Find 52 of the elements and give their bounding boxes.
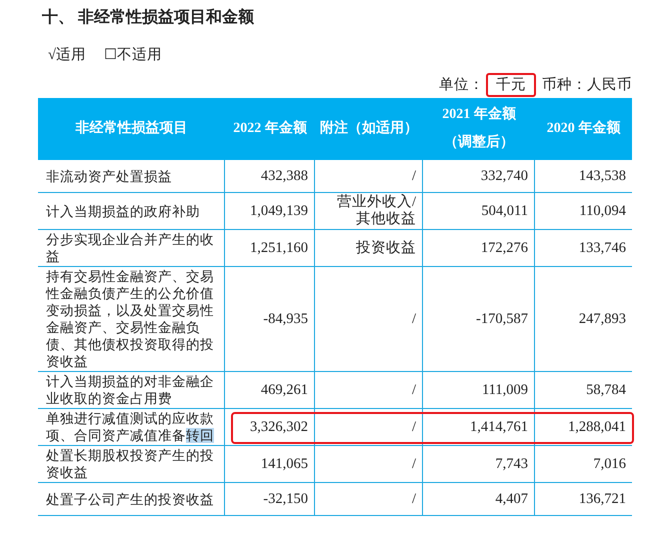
table-cell: 7,743 <box>423 446 535 483</box>
table-cell: 111,009 <box>423 372 535 409</box>
table-cell: 处置子公司产生的投资收益 <box>38 483 225 516</box>
column-header: 2022 年金额 <box>233 118 307 138</box>
table-cell: 143,538 <box>535 160 632 193</box>
table-cell: 58,784 <box>535 372 632 409</box>
table-cell: 1,414,761 <box>423 409 535 446</box>
table-cell: 141,065 <box>225 446 315 483</box>
unit-value: 千元 <box>486 73 536 97</box>
table-cell: 110,094 <box>535 193 632 230</box>
table-cell: 持有交易性金融资产、交易性金融负债产生的公允价值变动损益，以及处置交易性金融资产、交易性金融负债、其他债权投资取得的投资收益 <box>38 267 225 372</box>
table-cell: 1,251,160 <box>225 230 315 267</box>
table-cell: 投资收益 <box>315 230 423 267</box>
table-cell: 分步实现企业合并产生的收益 <box>38 230 225 267</box>
table-cell: 172,276 <box>423 230 535 267</box>
table-cell: 计入当期损益的对非金融企业收取的资金占用费 <box>38 372 225 409</box>
table-cell: 营业外收入/ 其他收益 <box>315 193 423 230</box>
table-cell: 136,721 <box>535 483 632 516</box>
table-cell: 3,326,302 <box>225 409 315 446</box>
table-cell: 1,049,139 <box>225 193 315 230</box>
option-label: √适用 <box>48 46 86 65</box>
column-header: 非经常性损益项目 <box>76 119 188 138</box>
section-title: 十、 非经常性损益项目和金额 <box>42 8 255 28</box>
table-cell: / <box>315 446 423 483</box>
table-cell: / <box>315 409 423 446</box>
table-cell: 504,011 <box>423 193 535 230</box>
table-cell: 1,288,041 <box>535 409 632 446</box>
table-cell: 7,016 <box>535 446 632 483</box>
table-cell: 247,893 <box>535 267 632 372</box>
table-cell: 单独进行减值测试的应收款项、合同资产减值准备转回 <box>38 409 225 446</box>
table-cell: 计入当期损益的政府补助 <box>38 193 225 230</box>
table-cell: / <box>315 267 423 372</box>
column-header: 2020 年金额 <box>546 118 620 138</box>
table-cell: 非流动资产处置损益 <box>38 160 225 193</box>
table-cell: 处置长期股权投资产生的投资收益 <box>38 446 225 483</box>
table-cell: 432,388 <box>225 160 315 193</box>
table-cell: 332,740 <box>423 160 535 193</box>
table-cell: / <box>315 372 423 409</box>
table-cell: / <box>315 160 423 193</box>
table-cell: / <box>315 483 423 516</box>
option-label: ☐不适用 <box>104 46 162 65</box>
unit-label: 单位： <box>439 76 484 95</box>
table-cell: 469,261 <box>225 372 315 409</box>
table-cell: 4,407 <box>423 483 535 516</box>
table-cell: -32,150 <box>225 483 315 516</box>
table-cell: 133,746 <box>535 230 632 267</box>
column-header: 附注（如适用） <box>320 118 418 138</box>
table-cell: -170,587 <box>423 267 535 372</box>
column-header: 2021 年金额 <box>442 104 516 124</box>
currency-label: 币种：人民币 <box>542 76 632 95</box>
table-cell: -84,935 <box>225 267 315 372</box>
column-header: （调整后） <box>444 133 514 152</box>
